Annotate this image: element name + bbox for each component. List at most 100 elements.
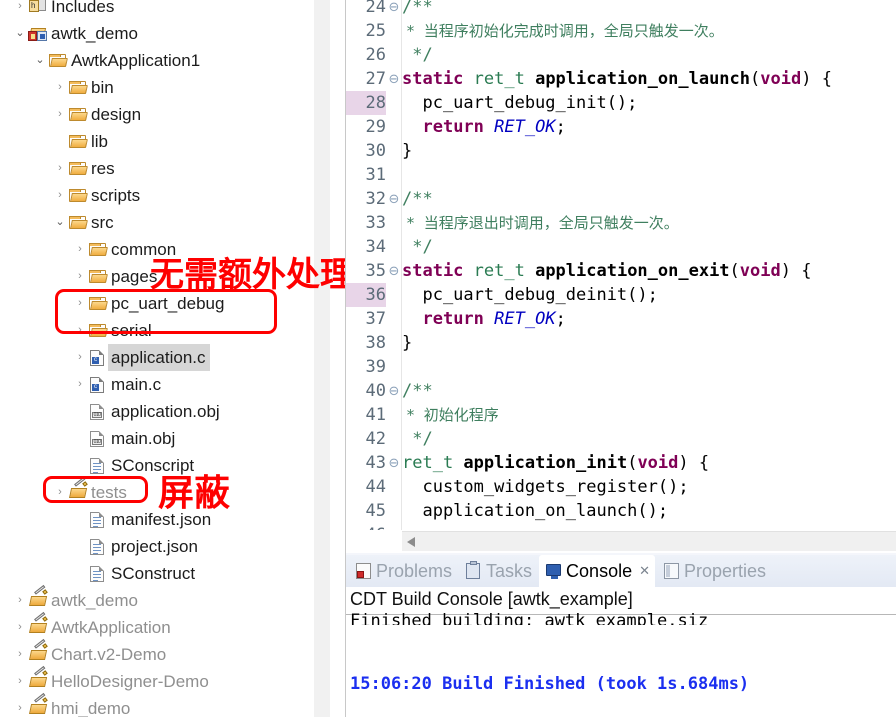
tree-item-bin[interactable]: › bin [52, 74, 118, 101]
code-line[interactable]: /** [402, 0, 433, 19]
code-line[interactable]: static ret_t application_on_exit(void) { [402, 259, 811, 283]
tree-item-scripts[interactable]: › scripts [52, 182, 144, 209]
tree-item-res[interactable]: › res [52, 155, 119, 182]
code-line[interactable]: } [402, 331, 412, 355]
tree-item-hmi-demo[interactable]: › hmi_demo [12, 692, 134, 717]
closed-project-icon [28, 584, 48, 614]
chevron-right-icon[interactable]: › [72, 290, 88, 317]
fold-collapse-icon[interactable]: ⊖ [387, 67, 401, 91]
code-editor[interactable]: 24 ⊖/** 25 * 当程序初始化完成时调用，全局只触发一次。 26 */27 ⊖ s… [345, 0, 896, 553]
chevron-right-icon[interactable]: › [52, 479, 68, 506]
code-line[interactable]: return RET_OK; [402, 115, 565, 139]
line-number: 27 [365, 69, 386, 89]
chevron-right-icon[interactable]: › [72, 263, 88, 290]
tree-item-awtkapplication[interactable]: › AwtkApplication [12, 611, 175, 641]
chevron-right-icon[interactable]: › [12, 668, 28, 695]
tree-item-label: design [91, 105, 142, 124]
code-line[interactable]: /** [402, 187, 433, 211]
code-token: ; [555, 309, 566, 329]
chevron-right-icon[interactable]: › [72, 371, 88, 398]
tree-item-hellodesigner-demo[interactable]: › HelloDesigner-Demo [12, 665, 213, 695]
line-number: 43 [365, 453, 386, 473]
tab-console[interactable]: Console ✕ [539, 555, 655, 587]
close-icon[interactable]: ✕ [639, 563, 650, 579]
chevron-right-icon[interactable]: › [52, 74, 68, 101]
bottom-panel-tabbar[interactable]: Problems Tasks Console ✕ Properties [346, 555, 896, 587]
chevron-down-icon[interactable]: ⌄ [32, 47, 48, 74]
tree-item-common[interactable]: › common [72, 236, 180, 263]
code-line[interactable]: */ [402, 235, 432, 259]
tree-item-serial[interactable]: › serial [72, 317, 156, 344]
chevron-right-icon[interactable]: › [52, 101, 68, 128]
fold-collapse-icon[interactable]: ⊖ [387, 451, 401, 475]
chevron-right-icon[interactable]: › [12, 0, 28, 20]
code-line[interactable]: static ret_t application_on_launch(void)… [402, 67, 832, 91]
chevron-right-icon[interactable]: › [12, 641, 28, 668]
project-explorer-panel[interactable]: ›Includes⌄awtk_demo⌄AwtkApplication1›bin… [0, 0, 330, 717]
code-area[interactable]: 24 ⊖/** 25 * 当程序初始化完成时调用，全局只触发一次。 26 */27 ⊖ s… [346, 0, 896, 545]
tree-item-design[interactable]: › design [52, 101, 145, 128]
code-token: return [422, 309, 495, 329]
tree-item-awtkapplication1[interactable]: ⌄ AwtkApplication1 [32, 47, 204, 74]
tree-item-chart-v2-demo[interactable]: › Chart.v2-Demo [12, 638, 170, 668]
tree-item-application-c[interactable]: › c application.c [72, 344, 210, 371]
tree-item-main-c[interactable]: › c main.c [72, 371, 165, 398]
tree-item-sconstruct[interactable]: SConstruct [72, 560, 199, 587]
bottom-panel: Problems Tasks Console ✕ Properties CDT Buil… [345, 553, 896, 717]
tree-item-pc-uart-debug[interactable]: › pc_uart_debug [72, 290, 228, 317]
chevron-right-icon[interactable]: › [72, 236, 88, 263]
code-token: /** [402, 381, 433, 401]
tree-item-main-obj[interactable]: 010 main.obj [72, 425, 179, 452]
fold-collapse-icon[interactable]: ⊖ [387, 0, 401, 19]
code-line[interactable]: /** [402, 379, 433, 403]
tree-item-lib[interactable]: lib [52, 128, 112, 155]
fold-collapse-icon[interactable]: ⊖ [387, 259, 401, 283]
chevron-right-icon[interactable]: › [12, 587, 28, 614]
tree-item-awtk-demo[interactable]: ⌄ awtk_demo [12, 20, 142, 47]
tree-item-application-obj[interactable]: 010 application.obj [72, 398, 224, 425]
tab-properties[interactable]: Properties [657, 555, 771, 587]
tree-item-sconscript[interactable]: SConscript [72, 452, 198, 479]
code-token: application_on_launch(); [402, 501, 669, 521]
code-line[interactable]: pc_uart_debug_deinit(); [402, 283, 657, 307]
chevron-down-icon[interactable]: ⌄ [52, 209, 68, 236]
code-line[interactable]: ret_t application_init(void) { [402, 451, 709, 475]
tab-label: Properties [684, 560, 767, 581]
tree-item-src[interactable]: ⌄ src [52, 209, 118, 236]
tree-item-pages[interactable]: › pages [72, 263, 161, 290]
code-line[interactable]: */ [402, 43, 432, 67]
editor-horizontal-scrollbar[interactable] [402, 531, 896, 552]
console-view[interactable]: CDT Build Console [awtk_example] Finishe… [346, 587, 896, 717]
tree-item-awtk-demo[interactable]: › awtk_demo [12, 584, 142, 614]
code-line[interactable]: application_on_launch(); [402, 499, 668, 523]
chevron-down-icon[interactable]: ⌄ [12, 20, 28, 47]
chevron-right-icon[interactable]: › [12, 695, 28, 717]
tree-item-tests[interactable]: › tests [52, 476, 131, 506]
code-line[interactable]: * 当程序退出时调用，全局只触发一次。 [402, 211, 679, 235]
tree-item-project-json[interactable]: project.json [72, 533, 202, 560]
tree-item-includes[interactable]: › Includes [12, 0, 118, 20]
chevron-right-icon[interactable]: › [52, 182, 68, 209]
code-line[interactable]: * 初始化程序 [402, 403, 499, 427]
chevron-right-icon[interactable]: › [72, 344, 88, 371]
line-number: 38 [365, 333, 386, 353]
code-line[interactable]: } [402, 139, 412, 163]
code-line[interactable]: * 当程序初始化完成时调用，全局只触发一次。 [402, 19, 724, 43]
fold-collapse-icon[interactable]: ⊖ [387, 187, 401, 211]
code-line[interactable]: return RET_OK; [402, 307, 566, 331]
code-line[interactable]: pc_uart_debug_init(); [402, 91, 637, 115]
line-number: 39 [365, 357, 386, 377]
code-line[interactable]: */ [402, 427, 432, 451]
fold-collapse-icon[interactable]: ⊖ [387, 379, 401, 403]
tab-problems[interactable]: Problems [349, 555, 457, 587]
scroll-left-arrow-icon[interactable] [402, 532, 422, 552]
tab-tasks[interactable]: Tasks [459, 555, 537, 587]
explorer-scrollbar-track[interactable] [314, 0, 643, 717]
tree-item-manifest-json[interactable]: manifest.json [72, 506, 215, 533]
tree-item-label: common [111, 240, 177, 259]
chevron-right-icon[interactable]: › [72, 317, 88, 344]
chevron-right-icon[interactable]: › [12, 614, 28, 641]
code-line[interactable]: custom_widgets_register(); [402, 475, 688, 499]
chevron-right-icon[interactable]: › [52, 155, 68, 182]
